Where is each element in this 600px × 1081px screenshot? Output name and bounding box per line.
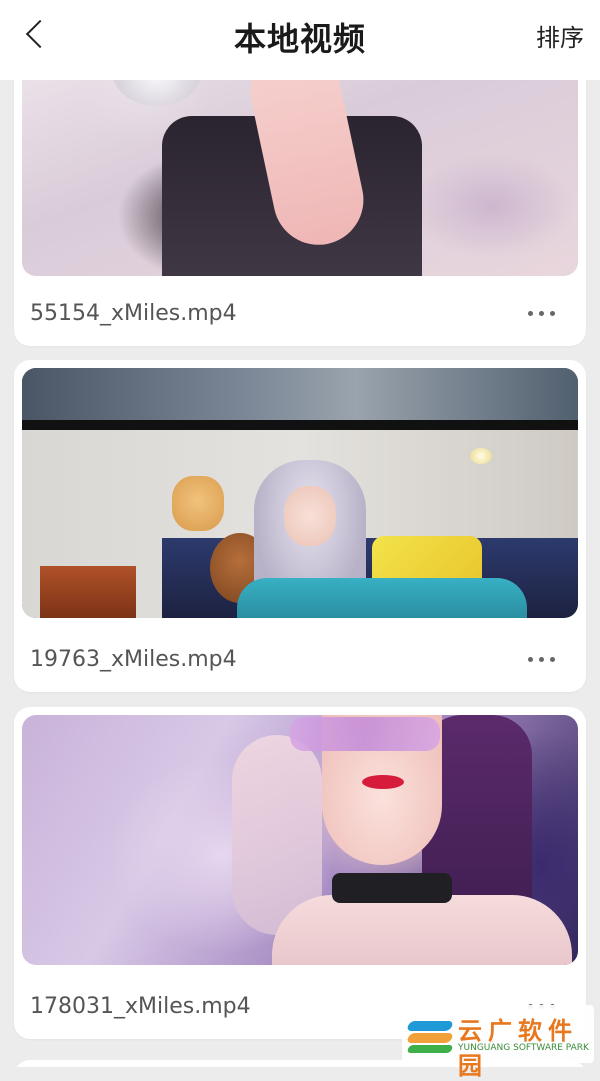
- video-filename: 55154_xMiles.mp4: [30, 301, 237, 326]
- page-title: 本地视频: [233, 20, 366, 58]
- thumbnail-detail: [362, 775, 404, 789]
- video-card[interactable]: 178031_xMiles.mp4: [14, 707, 586, 1039]
- thumbnail-detail: [237, 578, 527, 618]
- more-options-icon[interactable]: [528, 656, 556, 664]
- thumbnail-detail: [40, 566, 136, 618]
- more-options-icon[interactable]: [528, 310, 556, 318]
- logo-icon: [406, 1013, 454, 1055]
- video-card[interactable]: 19763_xMiles.mp4: [14, 360, 586, 692]
- video-filename: 19763_xMiles.mp4: [30, 647, 237, 672]
- thumbnail-detail: [272, 895, 572, 965]
- thumbnail-detail: [22, 420, 578, 430]
- thumbnail-detail: [22, 368, 578, 420]
- video-thumbnail[interactable]: [22, 368, 578, 618]
- thumbnail-detail: [172, 476, 224, 531]
- video-filename: 178031_xMiles.mp4: [30, 994, 251, 1019]
- video-thumbnail[interactable]: [22, 715, 578, 965]
- thumbnail-detail: [332, 873, 452, 903]
- thumbnail-detail: [284, 486, 336, 546]
- sort-button[interactable]: 排序: [536, 18, 584, 53]
- video-card[interactable]: 55154_xMiles.mp4: [14, 80, 586, 346]
- thumbnail-detail: [290, 717, 440, 751]
- watermark-subtext: YUNGUANG SOFTWARE PARK: [458, 1043, 589, 1053]
- video-thumbnail[interactable]: [22, 80, 578, 276]
- video-list[interactable]: 55154_xMiles.mp4 19763_xMiles.mp4 178031…: [0, 80, 600, 1067]
- thumbnail-detail: [112, 80, 202, 106]
- watermark-logo: 云广软件园 YUNGUANG SOFTWARE PARK: [402, 1005, 594, 1080]
- top-bar: 本地视频 排序: [0, 0, 600, 80]
- thumbnail-detail: [470, 448, 492, 464]
